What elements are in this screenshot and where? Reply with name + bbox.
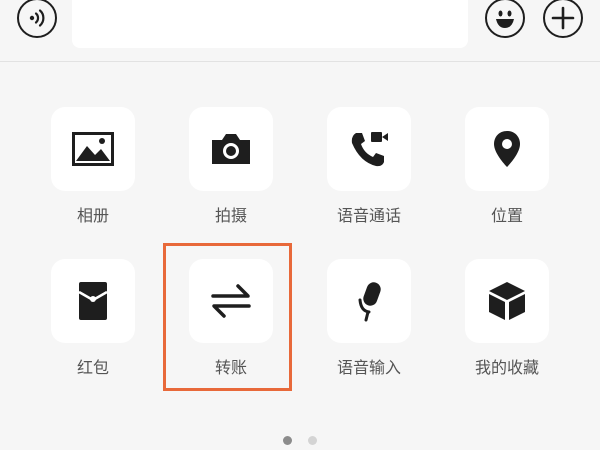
voice-call-tile[interactable] [327,107,411,191]
favorites-tile[interactable] [465,259,549,343]
grid-item-album[interactable]: 相册 [51,107,135,227]
location-tile[interactable] [465,107,549,191]
message-text-input[interactable] [72,0,468,48]
voice-wave-icon [29,9,45,27]
image-icon [72,132,114,166]
plus-icon [551,6,575,30]
emoji-button[interactable] [485,0,525,38]
camera-icon [212,134,250,164]
location-pin-icon [494,131,520,167]
grid-item-location[interactable]: 位置 [465,107,549,227]
voice-input-button[interactable] [17,0,57,38]
cube-icon [489,282,525,320]
microphone-icon [358,282,381,322]
smiley-icon [496,10,514,28]
grid-item-red-packet[interactable]: 红包 [51,259,135,379]
camera-tile[interactable] [189,107,273,191]
voice-input-tile[interactable] [327,259,411,343]
chat-input-bar [0,0,600,62]
red-packet-tile[interactable] [51,259,135,343]
grid-item-camera[interactable]: 拍摄 [189,107,273,227]
grid-item-label: 语音输入 [336,358,401,377]
grid-item-voice-input[interactable]: 语音输入 [327,259,411,379]
page-dot[interactable] [308,436,317,445]
grid-item-favorites[interactable]: 我的收藏 [465,259,549,379]
grid-item-label: 拍摄 [214,206,247,225]
grid-item-label: 位置 [490,206,523,225]
grid-item-label: 我的收藏 [474,358,539,377]
highlight-box [163,243,292,391]
more-features-button[interactable] [543,0,583,38]
video-call-icon [351,132,388,167]
grid-item-label: 语音通话 [336,206,401,225]
grid-item-label: 红包 [76,358,109,377]
grid-item-label: 相册 [76,206,109,225]
red-packet-icon [78,282,108,320]
grid-item-voice-call[interactable]: 语音通话 [327,107,411,227]
page-dot-active[interactable] [283,436,292,445]
album-tile[interactable] [51,107,135,191]
